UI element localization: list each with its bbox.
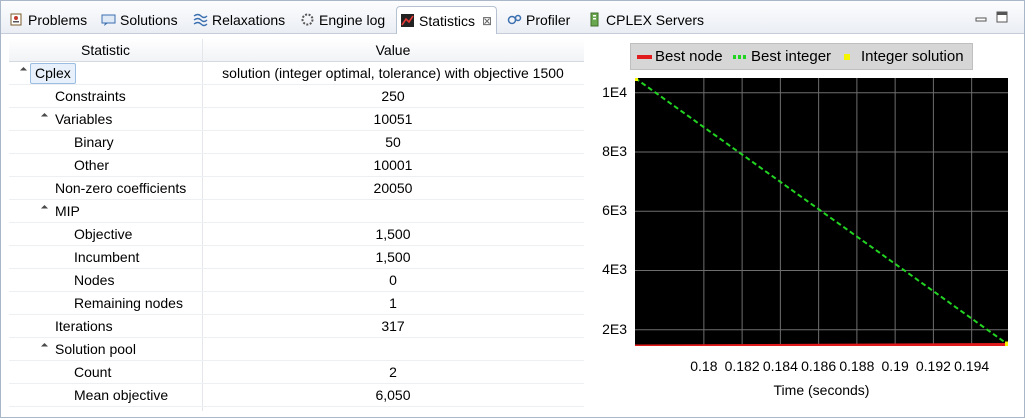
x-tick-label: 0.194 (954, 358, 990, 374)
legend-swatch-best-node (637, 55, 652, 59)
row-label: Cplex (35, 65, 71, 81)
table-header: Statistic Value (9, 39, 584, 62)
table-row[interactable]: Other 10001 (9, 154, 584, 177)
row-value: 2 (389, 364, 397, 380)
table-row[interactable]: Variables 10051 (9, 108, 584, 131)
row-value: 1 (389, 295, 397, 311)
table-row[interactable]: Binary 50 (9, 131, 584, 154)
row-label: Count (74, 364, 112, 380)
profiler-icon (507, 12, 522, 27)
row-label: Other (74, 157, 110, 173)
legend-swatch-integer-solution (844, 54, 850, 60)
row-value: 317 (381, 318, 405, 334)
tab-profiler[interactable]: Profiler (507, 6, 570, 33)
table-row[interactable]: Remaining nodes 1 (9, 292, 584, 315)
collapse-icon[interactable] (40, 342, 49, 351)
table-row[interactable]: Nodes 0 (9, 269, 584, 292)
row-label: Binary (74, 134, 114, 150)
table-row[interactable]: Cplex solution (integer optimal, toleran… (9, 62, 584, 85)
row-label: Objective (74, 226, 133, 242)
statistics-view: Problems Solutions Relaxations Engine lo… (0, 0, 1025, 418)
collapse-icon[interactable] (40, 112, 49, 121)
tab-relaxations[interactable]: Relaxations (193, 6, 285, 33)
row-label: Incumbent (74, 249, 140, 265)
row-value: 1,500 (375, 226, 411, 242)
series-line-best-node (635, 343, 1008, 346)
x-axis-title: Time (seconds) (773, 382, 870, 398)
view-tab-bar: Problems Solutions Relaxations Engine lo… (1, 1, 1024, 34)
chart-legend: Best node Best integer Integer solution (630, 43, 973, 70)
legend-swatch-best-integer (733, 55, 748, 59)
cplex-servers-icon (587, 12, 602, 27)
engine-log-icon (300, 12, 315, 27)
row-label: MIP (55, 203, 80, 219)
statistics-table: Statistic Value Cplex solution (integer … (9, 39, 584, 411)
row-label: Solution pool (55, 341, 136, 357)
row-value: 10001 (373, 157, 413, 173)
maximize-icon[interactable] (996, 10, 1008, 23)
row-label: Nodes (74, 272, 115, 288)
relaxations-icon (193, 12, 208, 27)
tab-statistics[interactable]: Statistics ⊠ (396, 6, 498, 34)
column-header-value[interactable]: Value (202, 42, 584, 58)
row-value: 10051 (373, 111, 413, 127)
row-label: Variables (55, 111, 113, 127)
table-row[interactable]: Objective 1,500 (9, 223, 584, 246)
table-row[interactable]: Solution pool (9, 338, 584, 361)
tab-solutions[interactable]: Solutions (101, 6, 178, 33)
collapse-icon[interactable] (19, 66, 28, 75)
tab-engine-log[interactable]: Engine log (300, 6, 385, 33)
y-tick-label: 2E3 (602, 320, 627, 337)
row-value: 1,500 (375, 249, 411, 265)
table-row[interactable]: Iterations 317 (9, 315, 584, 338)
y-tick-label: 4E3 (602, 261, 627, 278)
tab-cplex-servers[interactable]: CPLEX Servers (587, 6, 704, 33)
table-row[interactable]: Non-zero coefficients 20050 (9, 177, 584, 200)
legend-label-best-integer: Best integer (751, 48, 832, 65)
row-label: Iterations (55, 318, 113, 334)
row-label: Remaining nodes (74, 295, 183, 311)
row-value: 0 (389, 272, 397, 288)
table-row[interactable]: Constraints 250 (9, 85, 584, 108)
legend-label-best-node: Best node (655, 48, 723, 65)
progress-chart (635, 78, 1008, 346)
table-row[interactable]: MIP (9, 200, 584, 223)
statistics-icon (400, 13, 415, 28)
point-integer-solution (635, 78, 638, 81)
column-header-statistic[interactable]: Statistic (9, 42, 202, 58)
collapse-icon[interactable] (40, 204, 49, 213)
row-value: 20050 (373, 180, 413, 196)
row-label: Non-zero coefficients (55, 180, 187, 196)
table-row[interactable]: Incumbent 1,500 (9, 246, 584, 269)
table-row[interactable]: Count 2 (9, 361, 584, 384)
tab-problems[interactable]: Problems (9, 6, 87, 33)
point-integer-solution (1005, 341, 1008, 346)
row-value: 250 (381, 88, 405, 104)
table-row[interactable]: Mean objective 6,050 (9, 384, 584, 407)
problems-icon (9, 12, 24, 27)
row-value: solution (integer optimal, tolerance) wi… (222, 65, 564, 81)
row-label: Mean objective (74, 387, 169, 403)
row-label: Constraints (55, 88, 126, 104)
y-tick-label: 6E3 (602, 202, 627, 219)
close-tab-icon[interactable]: ⊠ (482, 14, 492, 28)
solutions-icon (101, 12, 116, 27)
y-tick-label: 8E3 (602, 143, 627, 160)
legend-label-integer-solution: Integer solution (861, 48, 964, 65)
y-tick-label: 1E4 (602, 83, 627, 100)
minimize-icon[interactable] (975, 10, 987, 22)
row-value: 6,050 (375, 387, 411, 403)
row-value: 50 (385, 134, 401, 150)
